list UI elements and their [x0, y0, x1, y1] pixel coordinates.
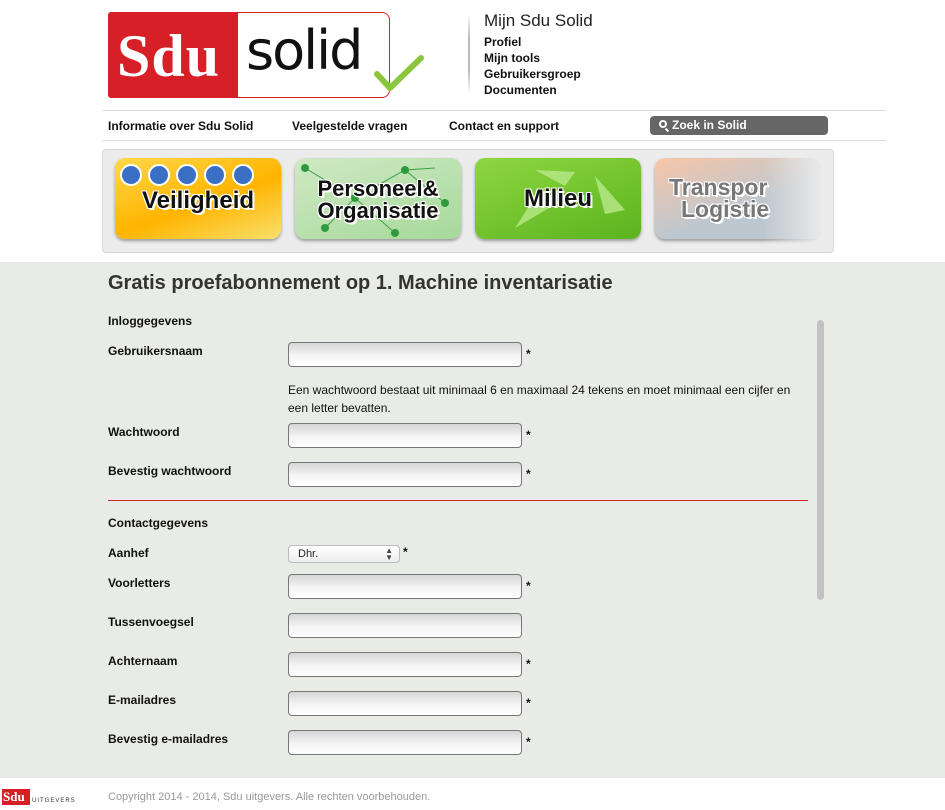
password-field[interactable] [288, 423, 522, 448]
section-inloggegevens: Inloggegevens [108, 314, 193, 328]
form-scrollbar[interactable] [815, 318, 827, 768]
email-label: E-mailadres [108, 693, 177, 707]
search-icon [659, 120, 667, 128]
banner-veiligheid-label: Veiligheid [141, 187, 255, 214]
logo-sdu-text: Sdu [117, 23, 221, 89]
section-contactgegevens: Contactgegevens [108, 516, 209, 530]
search-button[interactable]: Zoek in Solid [650, 116, 828, 135]
account-link-documenten[interactable]: Documenten [484, 82, 593, 98]
search-label: Zoek in Solid [672, 118, 747, 132]
confirm-password-label: Bevestig wachtwoord [108, 464, 232, 478]
logo-white-block: solid [238, 12, 390, 98]
confirm-email-field[interactable] [288, 730, 522, 755]
infix-label: Tussenvoegsel [108, 615, 194, 629]
confirm-email-label: Bevestig e-mailadres [108, 732, 229, 746]
main-nav: Informatie over Sdu Solid Veelgestelde v… [102, 110, 886, 141]
nav-link-veelgestelde-vragen[interactable]: Veelgestelde vragen [292, 119, 407, 133]
salutation-select[interactable]: Dhr. ▲ ▼ [288, 545, 400, 563]
lastname-field[interactable] [288, 652, 522, 677]
salutation-label: Aanhef [108, 546, 149, 560]
select-arrows-icon: ▲ ▼ [385, 546, 393, 562]
account-link-profiel[interactable]: Profiel [484, 34, 593, 50]
required-mark: * [526, 696, 531, 710]
page-title: Gratis proefabonnement op 1. Machine inv… [108, 272, 613, 294]
required-mark: * [526, 428, 531, 442]
required-mark: * [526, 657, 531, 671]
email-field[interactable] [288, 691, 522, 716]
banner-milieu-label: Milieu [523, 185, 592, 212]
password-label: Wachtwoord [108, 425, 180, 439]
required-mark: * [403, 545, 408, 559]
confirm-password-field[interactable] [288, 462, 522, 487]
section-divider [108, 500, 808, 501]
username-field[interactable] [288, 342, 522, 367]
header-divider [468, 14, 470, 94]
checkmark-icon [374, 55, 424, 91]
username-label: Gebruikersnaam [108, 344, 203, 358]
initials-label: Voorletters [108, 576, 171, 590]
scrollbar-thumb[interactable] [817, 320, 824, 600]
required-mark: * [526, 467, 531, 481]
banner-personeel-organisatie[interactable]: Personeel& Organisatie [295, 158, 461, 239]
footer-logo-uitgevers: UITGEVERS [32, 798, 76, 804]
infix-field[interactable] [288, 613, 522, 638]
lastname-label: Achternaam [108, 654, 178, 668]
banner-veiligheid[interactable]: Veiligheid [115, 158, 281, 239]
copyright-text: Copyright 2014 - 2014, Sdu uitgevers. Al… [108, 791, 431, 803]
banner-milieu[interactable]: Milieu [475, 158, 641, 239]
footer-logo-sdu: Sdu [3, 789, 25, 804]
sdu-solid-logo[interactable]: Sdu solid [108, 12, 426, 99]
category-banners: Veiligheid Personeel& Organisatie Milieu… [102, 149, 834, 253]
logo-solid-text: solid [246, 19, 363, 82]
footer: Sdu UITGEVERS Copyright 2014 - 2014, Sdu… [0, 778, 945, 810]
banner-personeel-line2: Organisatie [317, 198, 439, 223]
required-mark: * [526, 735, 531, 749]
header: Sdu solid Mijn Sdu Solid Profiel Mijn to… [0, 0, 945, 262]
account-link-mijn-tools[interactable]: Mijn tools [484, 50, 593, 66]
logo-red-block: Sdu [108, 12, 238, 98]
nav-link-informatie[interactable]: Informatie over Sdu Solid [108, 119, 253, 133]
account-menu-title: Mijn Sdu Solid [484, 11, 593, 30]
required-mark: * [526, 579, 531, 593]
banner-personeel-line1: Personeel& [317, 176, 439, 201]
salutation-value: Dhr. [298, 548, 319, 560]
account-menu: Mijn Sdu Solid Profiel Mijn tools Gebrui… [484, 11, 593, 98]
required-mark: * [526, 347, 531, 361]
banner-fade [763, 150, 833, 252]
nav-link-contact[interactable]: Contact en support [449, 119, 559, 133]
password-hint: Een wachtwoord bestaat uit minimaal 6 en… [288, 383, 791, 415]
account-link-gebruikersgroep[interactable]: Gebruikersgroep [484, 66, 593, 82]
sdu-footer-logo[interactable]: Sdu [2, 789, 30, 805]
initials-field[interactable] [288, 574, 522, 599]
